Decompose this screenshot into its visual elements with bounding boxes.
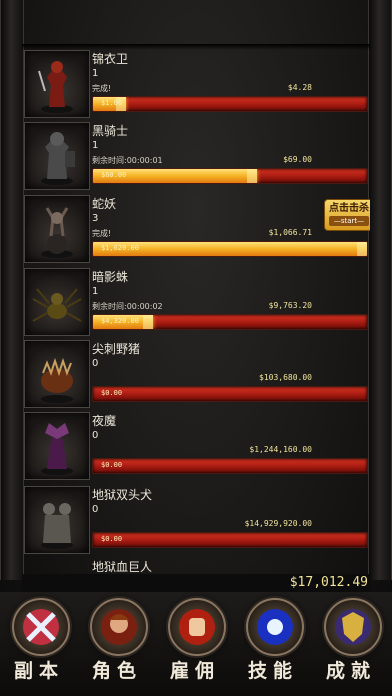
monster-row[interactable]: 夜魔 0 $1,244,160.00 $0.00 — [22, 412, 370, 482]
game-frame: 锦衣卫 1 完成! $4.28 $1.00 黑骑士 1 剩余时间:00:00:0… — [0, 0, 392, 696]
monster-row[interactable]: 地狱血巨人 — [22, 558, 370, 574]
tab-achievements[interactable]: 成就 — [312, 596, 390, 696]
start-label: —start— — [329, 216, 369, 226]
monster-portrait — [24, 486, 90, 554]
monster-portrait — [24, 340, 90, 408]
progress-bar[interactable]: $1.00 — [92, 96, 368, 112]
monster-row[interactable]: 暗影蛛 1 剩余时间:00:00:02 $9,763.20 $4,320.00 — [22, 268, 370, 338]
monster-name: 黑骑士 — [92, 124, 129, 138]
upgrade-price: $69.00 — [283, 155, 312, 164]
monster-status: 剩余时间:00:00:02 — [92, 302, 163, 311]
upgrade-price: $9,763.20 — [268, 301, 312, 310]
progress-bar[interactable]: $1,620.00 — [92, 241, 368, 257]
total-money: $17,012.49 — [289, 575, 368, 590]
monster-name: 锦衣卫 — [92, 52, 129, 66]
magic-orb-icon — [246, 598, 304, 656]
bottom-tab-bar: 副本 角色 雇佣 技能 成就 — [0, 592, 392, 696]
progress-bar[interactable]: $60.00 — [92, 168, 368, 184]
upgrade-price: $1,066.71 — [268, 228, 312, 237]
monster-portrait — [24, 50, 90, 118]
bar-value: $4,320.00 — [101, 317, 139, 325]
monster-count: 1 — [92, 68, 99, 79]
upgrade-price: $103,680.00 — [259, 373, 312, 382]
upgrade-price: $14,929,920.00 — [244, 519, 312, 528]
monster-name: 地狱双头犬 — [92, 488, 153, 502]
monster-count: 0 — [92, 430, 99, 441]
monster-count: 1 — [92, 140, 99, 151]
progress-bar[interactable]: $0.00 — [92, 386, 368, 402]
monster-name: 夜魔 — [92, 414, 117, 428]
total-money-bar: $17,012.49 — [22, 574, 370, 592]
hero-portrait-icon — [90, 598, 148, 656]
monster-list[interactable]: 锦衣卫 1 完成! $4.28 $1.00 黑骑士 1 剩余时间:00:00:0… — [22, 50, 370, 574]
tab-label: 雇佣 — [169, 660, 220, 682]
shield-crest-icon — [324, 598, 382, 656]
monster-portrait — [24, 268, 90, 336]
monster-portrait — [24, 412, 90, 480]
monster-name: 尖刺野猪 — [92, 342, 141, 356]
monster-portrait — [24, 122, 90, 190]
right-border — [368, 0, 392, 580]
fist-icon — [168, 598, 226, 656]
progress-bar[interactable]: $0.00 — [92, 532, 368, 548]
tab-label: 技能 — [247, 660, 298, 682]
bar-value: $1.00 — [101, 99, 123, 107]
upgrade-price: $1,244,160.00 — [249, 445, 312, 454]
monster-status: 完成! — [92, 84, 112, 93]
monster-count: 0 — [92, 358, 99, 369]
monster-portrait — [24, 195, 90, 263]
bar-value: $0.00 — [101, 535, 123, 543]
monster-row[interactable]: 黑骑士 1 剩余时间:00:00:01 $69.00 $60.00 — [22, 122, 370, 192]
monster-count: 1 — [92, 286, 99, 297]
monster-name: 蛇妖 — [92, 197, 117, 211]
bar-value: $1,620.00 — [101, 244, 139, 252]
monster-row[interactable]: 地狱双头犬 0 $14,929,920.00 $0.00 — [22, 486, 370, 556]
kill-start-button[interactable]: 点击击杀 —start— — [324, 199, 370, 231]
bar-value: $0.00 — [101, 461, 123, 469]
monster-name: 暗影蛛 — [92, 270, 129, 284]
progress-bar[interactable]: $4,320.00 — [92, 314, 368, 330]
progress-bar[interactable]: $0.00 — [92, 458, 368, 474]
monster-status: 剩余时间:00:00:01 — [92, 156, 163, 165]
tab-dungeon[interactable]: 副本 — [0, 596, 78, 696]
crossed-swords-icon — [12, 598, 70, 656]
monster-status: 完成! — [92, 229, 112, 238]
tab-hire[interactable]: 雇佣 — [156, 596, 234, 696]
left-border — [0, 0, 24, 580]
kill-button-label: 点击击杀 — [329, 203, 369, 214]
tab-label: 副本 — [13, 660, 64, 682]
monster-count: 0 — [92, 504, 99, 515]
monster-row[interactable]: 锦衣卫 1 完成! $4.28 $1.00 — [22, 50, 370, 120]
tab-skills[interactable]: 技能 — [234, 596, 312, 696]
monster-row[interactable]: 蛇妖 3 完成! $1,066.71 点击击杀 —start— $1,620.00 — [22, 195, 370, 265]
bar-value: $0.00 — [101, 389, 123, 397]
tab-character[interactable]: 角色 — [78, 596, 156, 696]
monster-name: 地狱血巨人 — [92, 560, 153, 574]
tab-label: 成就 — [325, 660, 376, 682]
monster-row[interactable]: 尖刺野猪 0 $103,680.00 $0.00 — [22, 340, 370, 410]
tab-label: 角色 — [91, 660, 142, 682]
monster-count: 3 — [92, 213, 99, 224]
bar-value: $60.00 — [101, 171, 127, 179]
list-shadow — [22, 44, 370, 50]
upgrade-price: $4.28 — [287, 83, 312, 92]
